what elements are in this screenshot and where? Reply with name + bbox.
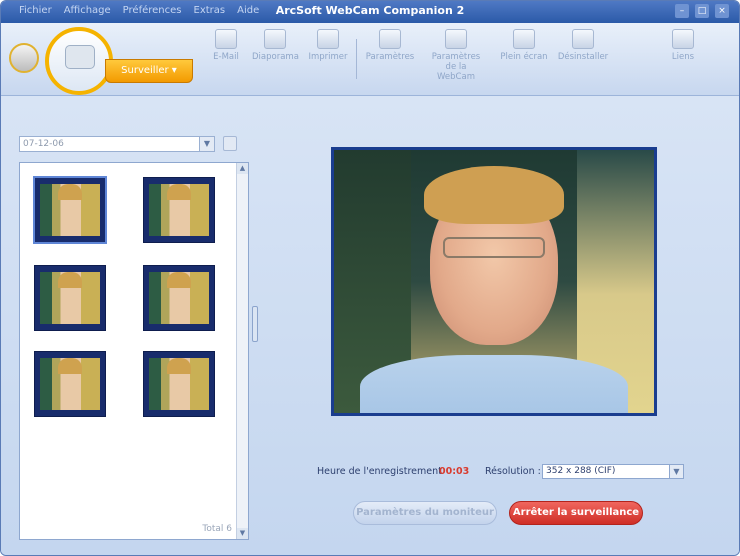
uninstall-icon bbox=[572, 29, 594, 49]
window-controls: – □ × bbox=[675, 4, 729, 18]
toolbar-uninstall-label: Désinstaller bbox=[557, 52, 609, 62]
toolbar-fullscreen[interactable]: Plein écran bbox=[498, 29, 550, 62]
recording-time-value: 00:03 bbox=[439, 466, 470, 477]
mode-button[interactable] bbox=[45, 27, 113, 95]
chevron-down-icon[interactable]: ▼ bbox=[669, 465, 683, 478]
scroll-down-icon[interactable]: ▼ bbox=[237, 528, 248, 539]
toolbar-settings-label: Paramètres bbox=[365, 52, 415, 62]
trash-icon[interactable] bbox=[223, 136, 237, 151]
thumbnail-item[interactable] bbox=[143, 351, 215, 417]
settings-icon bbox=[379, 29, 401, 49]
date-select[interactable]: 07-12-06 ▼ bbox=[19, 136, 215, 152]
toolbar-email[interactable]: E-Mail bbox=[206, 29, 246, 62]
toolbar-fullscreen-label: Plein écran bbox=[500, 52, 548, 62]
thumbnail-item[interactable] bbox=[34, 265, 106, 331]
toolbar-slideshow-label: Diaporama bbox=[252, 52, 299, 62]
toolbar-uninstall[interactable]: Désinstaller bbox=[554, 29, 612, 62]
print-icon bbox=[317, 29, 339, 49]
links-icon bbox=[672, 29, 694, 49]
resolution-select[interactable]: 352 x 288 (CIF) ▼ bbox=[542, 464, 684, 479]
chevron-down-icon[interactable]: ▼ bbox=[199, 137, 214, 151]
webcam-preview bbox=[331, 147, 657, 416]
thumbnail-image bbox=[149, 358, 209, 410]
scroll-up-icon[interactable]: ▲ bbox=[237, 163, 248, 174]
thumbnail-panel: ▲ ▼ Total 6 bbox=[19, 162, 249, 540]
toolbar-settings[interactable]: Paramètres bbox=[364, 29, 416, 62]
thumbnail-item[interactable] bbox=[143, 177, 215, 243]
thumbnail-image bbox=[149, 184, 209, 236]
thumbnail-total: Total 6 bbox=[202, 524, 232, 534]
close-button[interactable]: × bbox=[715, 4, 729, 18]
toolbar-webcam-settings[interactable]: Paramètres de la WebCam bbox=[426, 29, 486, 82]
window-title: ArcSoft WebCam Companion 2 bbox=[275, 4, 465, 17]
webcam-settings-icon bbox=[445, 29, 467, 49]
main-area: 07-12-06 ▼ ▲ ▼ Total 6 Heure de l'enregi… bbox=[1, 96, 739, 555]
webcam-icon bbox=[65, 45, 95, 69]
app-window: Fichier Affichage Préférences Extras Aid… bbox=[0, 0, 740, 556]
toolbar-links-label: Liens bbox=[671, 52, 695, 62]
toolbar-ribbon: Surveiller ▾ E-Mail Diaporama Imprimer P… bbox=[1, 23, 739, 96]
maximize-button[interactable]: □ bbox=[695, 4, 709, 18]
thumbnail-image bbox=[149, 272, 209, 324]
preview-glasses bbox=[442, 236, 546, 258]
stop-monitoring-button[interactable]: Arrêter la surveillance bbox=[509, 501, 643, 525]
thumbnail-image bbox=[40, 358, 100, 410]
recording-info: Heure de l'enregistrement 00:03 Résoluti… bbox=[317, 464, 697, 480]
panel-splitter[interactable] bbox=[252, 306, 258, 342]
toolbar-print-label: Imprimer bbox=[308, 52, 348, 62]
thumbnail-image bbox=[40, 272, 100, 324]
resolution-value: 352 x 288 (CIF) bbox=[546, 466, 616, 476]
toolbar-separator bbox=[356, 39, 357, 79]
toolbar-links[interactable]: Liens bbox=[658, 29, 708, 62]
recording-time-label: Heure de l'enregistrement bbox=[317, 466, 442, 477]
mode-dropdown[interactable]: Surveiller ▾ bbox=[105, 59, 193, 83]
home-button[interactable] bbox=[9, 43, 39, 73]
thumbnail-item[interactable] bbox=[34, 351, 106, 417]
minimize-button[interactable]: – bbox=[675, 4, 689, 18]
preview-hair bbox=[423, 165, 565, 224]
fullscreen-icon bbox=[513, 29, 535, 49]
title-bar: Fichier Affichage Préférences Extras Aid… bbox=[1, 1, 739, 23]
thumbnail-item[interactable] bbox=[143, 265, 215, 331]
slideshow-icon bbox=[264, 29, 286, 49]
thumbnail-selection bbox=[33, 176, 107, 244]
resolution-label: Résolution : bbox=[485, 466, 541, 477]
monitor-settings-button[interactable]: Paramètres du moniteur bbox=[353, 501, 497, 525]
email-icon bbox=[215, 29, 237, 49]
toolbar-webcam-settings-label: Paramètres de la WebCam bbox=[431, 52, 481, 82]
thumbnail-scrollbar[interactable]: ▲ ▼ bbox=[236, 163, 248, 539]
toolbar-email-label: E-Mail bbox=[213, 52, 239, 62]
toolbar-slideshow[interactable]: Diaporama bbox=[252, 29, 299, 62]
date-select-value: 07-12-06 bbox=[23, 139, 64, 149]
toolbar-print[interactable]: Imprimer bbox=[306, 29, 350, 62]
toolbar-items: E-Mail Diaporama Imprimer Paramètres Par… bbox=[206, 29, 729, 89]
thumbnail-item[interactable] bbox=[33, 176, 107, 244]
preview-shirt bbox=[359, 355, 629, 413]
